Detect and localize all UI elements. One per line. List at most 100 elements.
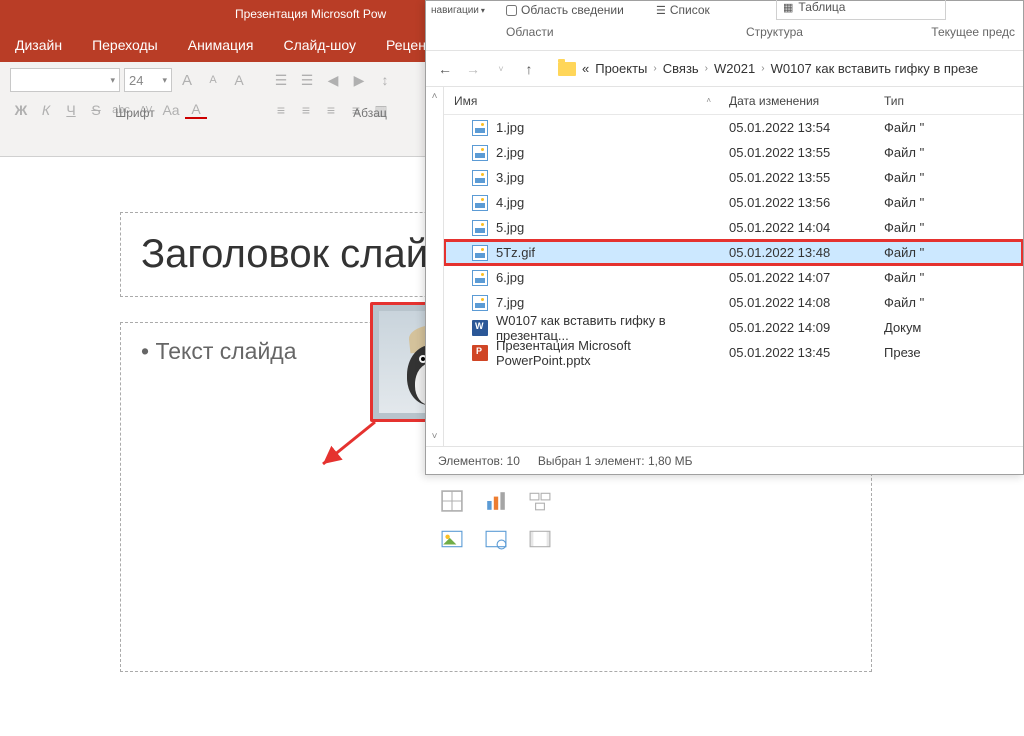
current-view-label: Текущее предс (931, 25, 1015, 39)
file-row[interactable]: 4.jpg 05.01.2022 13:56Файл " (444, 190, 1023, 215)
decrease-font-icon[interactable]: A (202, 69, 224, 91)
file-type-icon (472, 270, 488, 286)
file-type-icon (472, 345, 488, 361)
file-date: 05.01.2022 14:08 (729, 295, 884, 310)
insert-picture-icon[interactable] (441, 528, 463, 550)
file-row[interactable]: 5.jpg05.01.2022 14:04Файл " (444, 215, 1023, 240)
file-type: Файл " (884, 270, 1023, 285)
nav-up-icon[interactable]: ↑ (518, 58, 540, 80)
bullets-icon[interactable]: ☰ (270, 69, 292, 91)
line-spacing-icon[interactable]: ↕ (374, 69, 396, 91)
list-view-icon[interactable]: ☰ (656, 4, 666, 17)
explorer-nav-bar: ← → ˅ ↑ « Проекты › Связь › W2021 › W010… (426, 51, 1023, 87)
explorer-nav-hint: навигации (431, 5, 479, 16)
file-name: 4.jpg (496, 195, 524, 210)
indent-dec-icon[interactable]: ◀ (322, 69, 344, 91)
status-count: Элементов: 10 (438, 454, 520, 468)
file-type: Файл " (884, 295, 1023, 310)
font-name-combo[interactable]: ▾ (10, 68, 120, 92)
file-name: 2.jpg (496, 145, 524, 160)
file-type-icon (472, 145, 488, 161)
tab-slideshow[interactable]: Слайд-шоу (268, 28, 371, 62)
insert-chart-icon[interactable] (485, 490, 507, 512)
file-type: Файл " (884, 120, 1023, 135)
file-name: 1.jpg (496, 120, 524, 135)
breadcrumb[interactable]: « Проекты › Связь › W2021 › W0107 как вс… (582, 61, 978, 76)
file-row[interactable]: 1.jpg 05.01.2022 13:54Файл " (444, 115, 1023, 140)
font-group-label: Шрифт (10, 106, 260, 120)
file-date: 05.01.2022 13:48 (729, 245, 884, 260)
increase-font-icon[interactable]: A (176, 69, 198, 91)
insert-smartart-icon[interactable] (529, 490, 551, 512)
font-group: ▾ 24▾ A A A Ж К Ч S abc AV Aa A Шрифт (10, 67, 260, 123)
file-date: 05.01.2022 14:07 (729, 270, 884, 285)
tab-transitions[interactable]: Переходы (77, 28, 173, 62)
file-type: Файл " (884, 220, 1023, 235)
file-type: Файл " (884, 195, 1023, 210)
list-view-label: Список (670, 3, 710, 17)
file-type: Презе (884, 345, 1023, 360)
file-row[interactable]: 3.jpg05.01.2022 13:55Файл " (444, 165, 1023, 190)
breadcrumb-item[interactable]: W0107 как вставить гифку в презе (771, 61, 979, 76)
tab-animation[interactable]: Анимация (173, 28, 269, 62)
sort-indicator-icon: ˄ (706, 96, 711, 105)
insert-online-picture-icon[interactable] (485, 528, 507, 550)
nav-recent-icon[interactable]: ˅ (490, 58, 512, 80)
clear-format-icon[interactable]: A (228, 69, 250, 91)
scroll-up-icon[interactable]: ˄ (432, 91, 438, 102)
tab-design[interactable]: Дизайн (0, 28, 77, 62)
font-size-combo[interactable]: 24▾ (124, 68, 172, 92)
file-name: 7.jpg (496, 295, 524, 310)
slide-title-text: Заголовок слайда (141, 232, 474, 277)
file-row[interactable]: 6.jpg 05.01.2022 14:07Файл " (444, 265, 1023, 290)
header-name[interactable]: Имя (454, 94, 477, 108)
indent-inc-icon[interactable]: ▶ (348, 69, 370, 91)
file-date: 05.01.2022 13:55 (729, 145, 884, 160)
scroll-down-icon[interactable]: ˅ (432, 431, 438, 442)
insert-video-icon[interactable] (529, 528, 551, 550)
file-name: Презентация Microsoft PowerPoint.pptx (496, 338, 729, 368)
file-date: 05.01.2022 13:55 (729, 170, 884, 185)
file-type: Файл " (884, 145, 1023, 160)
file-type-icon (472, 245, 488, 261)
pp-title: Презентация Microsoft Pow (235, 7, 386, 21)
table-view-box[interactable]: ▦ Таблица (776, 0, 946, 20)
nav-back-icon[interactable]: ← (434, 58, 456, 80)
breadcrumb-item[interactable]: Связь (663, 61, 699, 76)
header-date[interactable]: Дата изменения (729, 94, 884, 108)
file-row[interactable]: 5Tz.gif05.01.2022 13:48Файл " (444, 240, 1023, 265)
file-type-icon (472, 120, 488, 136)
details-pane-checkbox[interactable] (506, 5, 517, 16)
file-row[interactable]: 2.jpg 05.01.2022 13:55Файл " (444, 140, 1023, 165)
header-type[interactable]: Тип (884, 94, 1023, 108)
breadcrumb-item[interactable]: Проекты (595, 61, 647, 76)
file-type-icon (472, 170, 488, 186)
file-type-icon (472, 220, 488, 236)
file-name: 6.jpg (496, 270, 524, 285)
numbering-icon[interactable]: ☰ (296, 69, 318, 91)
areas-group-label: Области (506, 25, 554, 39)
nav-forward-icon[interactable]: → (462, 58, 484, 80)
breadcrumb-prefix[interactable]: « (582, 61, 589, 76)
status-selected: Выбран 1 элемент: 1,80 МБ (538, 454, 693, 468)
file-date: 05.01.2022 13:54 (729, 120, 884, 135)
file-date: 05.01.2022 13:45 (729, 345, 884, 360)
breadcrumb-item[interactable]: W2021 (714, 61, 755, 76)
folder-icon (558, 62, 576, 76)
file-list-header[interactable]: Имя ˄ Дата изменения Тип (444, 87, 1023, 115)
file-date: 05.01.2022 14:09 (729, 320, 884, 335)
file-name: 3.jpg (496, 170, 524, 185)
tree-scrollbar[interactable]: ˄ ˅ (426, 87, 444, 446)
file-name: 5Tz.gif (496, 245, 535, 260)
insert-table-icon[interactable] (441, 490, 463, 512)
file-row[interactable]: 7.jpg 05.01.2022 14:08Файл " (444, 290, 1023, 315)
file-date: 05.01.2022 13:56 (729, 195, 884, 210)
file-row[interactable]: W0107 как вставить гифку в презентац...0… (444, 315, 1023, 340)
file-type-icon (472, 295, 488, 311)
file-type-icon (472, 195, 488, 211)
file-list: Имя ˄ Дата изменения Тип 1.jpg 05.01.2022 … (444, 87, 1023, 446)
file-type: Докум (884, 320, 1023, 335)
content-placeholder-icons (441, 490, 551, 550)
table-view-label: Таблица (798, 0, 845, 14)
file-row[interactable]: Презентация Microsoft PowerPoint.pptx05.… (444, 340, 1023, 365)
